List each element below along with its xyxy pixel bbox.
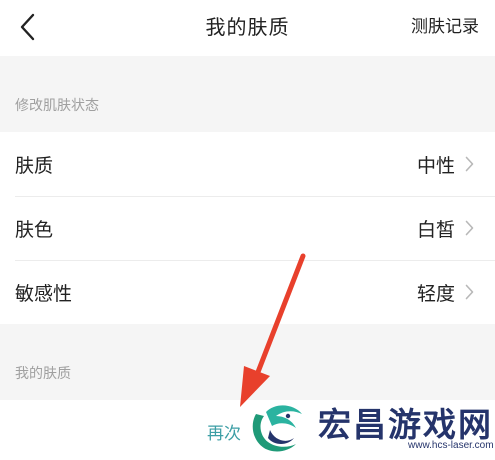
row-label: 肤质 (15, 154, 54, 177)
chevron-right-icon (462, 219, 476, 237)
row-label: 肤色 (15, 218, 54, 241)
top-nav-bar: 我的肤质 测肤记录 (0, 0, 495, 56)
row-value: 轻度 (416, 282, 455, 305)
skin-test-records-link[interactable]: 测肤记录 (411, 0, 479, 56)
row-value: 中性 (416, 154, 455, 177)
row-value: 白皙 (416, 218, 455, 241)
row-label: 敏感性 (15, 282, 73, 305)
my-skin-section-label: 我的肤质 (15, 366, 71, 382)
chevron-right-icon (462, 155, 476, 173)
modify-skin-section-label: 修改肌肤状态 (15, 98, 99, 114)
chevron-right-icon (462, 283, 476, 301)
skin-settings-list: 肤质 中性 肤色 白皙 敏感性 轻度 (0, 132, 495, 324)
retest-button[interactable]: 再次 (207, 419, 241, 444)
skin-tone-row[interactable]: 肤色 白皙 (0, 196, 495, 260)
watermark-title: 宏昌游戏网 (318, 405, 493, 444)
watermark-url: www.hcs-laser.com (408, 440, 494, 451)
site-watermark: 宏昌游戏网 www.hcs-laser.com (238, 392, 495, 460)
skin-type-row[interactable]: 肤质 中性 (0, 132, 495, 196)
dragon-logo-icon (252, 405, 302, 452)
sensitivity-row[interactable]: 敏感性 轻度 (0, 260, 495, 324)
